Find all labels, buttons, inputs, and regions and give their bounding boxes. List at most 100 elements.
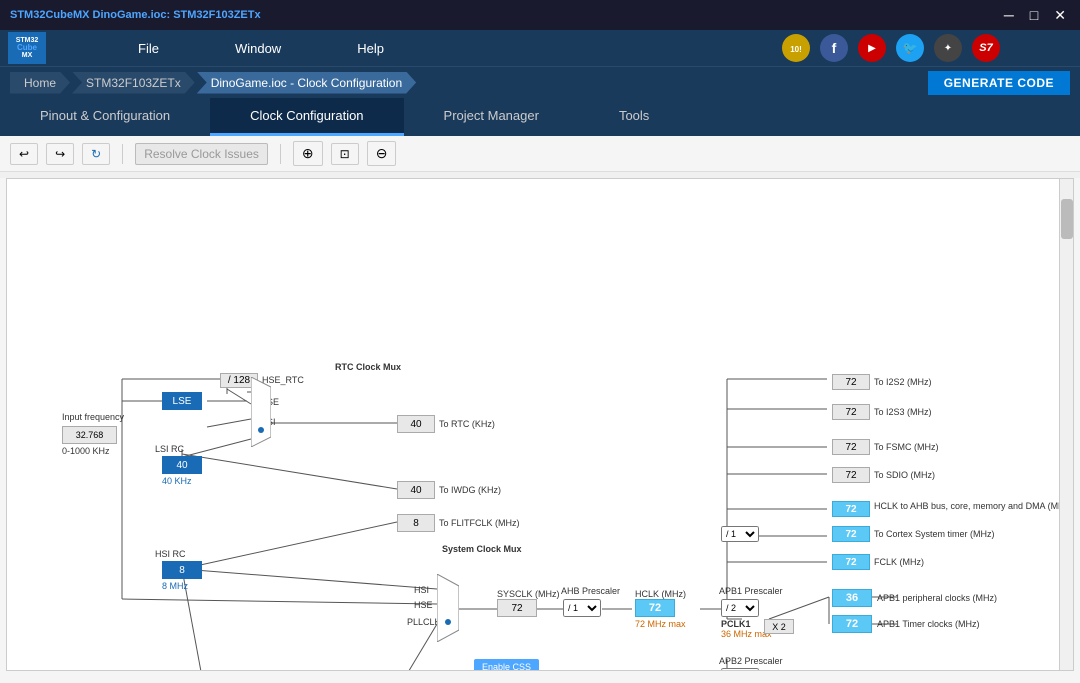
to-flit-label: To FLITFCLK (MHz) (439, 518, 520, 528)
title-bar-left: STM32CubeMX DinoGame.ioc: STM32F103ZETx (10, 9, 261, 21)
sys-mux-shape (437, 574, 459, 642)
apb1-div-select[interactable]: / 2 (721, 599, 759, 617)
sysclk-value-box[interactable]: 72 (497, 599, 537, 617)
refresh-button[interactable]: ↻ (82, 143, 110, 165)
pclk1-label: PCLK1 (721, 619, 751, 629)
i2s2-value-box[interactable]: 72 (832, 374, 870, 390)
main-content-area: Input frequency 32.768 0-1000 KHz LSE LS… (0, 178, 1080, 683)
vertical-scrollbar[interactable] (1059, 179, 1073, 670)
hse-mux-label: HSE (414, 600, 433, 610)
apb2-prescaler-label: APB2 Prescaler (719, 656, 783, 666)
network-icon[interactable]: ✦ (934, 34, 962, 62)
sys-clock-mux-label: System Clock Mux (442, 544, 522, 554)
apb1-timer-value[interactable]: 72 (832, 615, 872, 633)
menu-bar: STM32 Cube MX File Window Help 10! f ▶ 🐦… (0, 30, 1080, 66)
apb1-periph-value[interactable]: 36 (832, 589, 872, 607)
youtube-icon[interactable]: ▶ (858, 34, 886, 62)
resolve-clock-issues-button[interactable]: Resolve Clock Issues (135, 143, 268, 165)
tab-tools[interactable]: Tools (579, 98, 689, 136)
lse-box[interactable]: LSE (162, 392, 202, 410)
st-icon[interactable]: S7 (972, 34, 1000, 62)
hclk-value-box[interactable]: 72 (635, 599, 675, 617)
stm-badge-icon: 10! (782, 34, 810, 62)
lsi-rc-label: LSI RC (155, 444, 184, 454)
fsmc-value-box[interactable]: 72 (832, 439, 870, 455)
breadcrumb-project[interactable]: DinoGame.ioc - Clock Configuration (197, 72, 416, 94)
hclk-ahb-label: HCLK to AHB bus, core, memory and DMA (M… (874, 501, 1072, 511)
to-fsmc-label: To FSMC (MHz) (874, 442, 939, 452)
zoom-in-button[interactable]: ⊕ (293, 141, 323, 166)
cortex-div-select[interactable]: / 1 (721, 526, 759, 542)
scrollbar-thumb[interactable] (1061, 199, 1073, 239)
to-sdio-label: To SDIO (MHz) (874, 470, 935, 480)
enable-css-button[interactable]: Enable CSS (474, 659, 539, 671)
undo-button[interactable]: ↩ (10, 143, 38, 165)
input-freq-label: Input frequency (62, 412, 124, 422)
tab-pinout[interactable]: Pinout & Configuration (0, 98, 210, 136)
logo: STM32 Cube MX (8, 32, 46, 64)
to-i2s2-label: To I2S2 (MHz) (874, 377, 932, 387)
title-bar-controls[interactable]: ─ □ ✕ (1000, 7, 1070, 24)
hclk-label: HCLK (MHz) (635, 589, 686, 599)
title-bar: STM32CubeMX DinoGame.ioc: STM32F103ZETx … (0, 0, 1080, 30)
apb1-periph-label: APB1 peripheral clocks (MHz) (877, 593, 997, 603)
input-freq-range: 0-1000 KHz (62, 446, 110, 456)
generate-code-button[interactable]: GENERATE CODE (928, 71, 1070, 95)
x2-box: X 2 (764, 619, 794, 634)
sysclk-label: SYSCLK (MHz) (497, 589, 560, 599)
to-i2s3-label: To I2S3 (MHz) (874, 407, 932, 417)
zoom-out-button[interactable]: ⊖ (367, 141, 397, 166)
sdio-top-value-box[interactable]: 72 (832, 467, 870, 483)
apb1-prescaler-label: APB1 Prescaler (719, 586, 783, 596)
to-rtc-label: To RTC (KHz) (439, 419, 495, 429)
facebook-icon[interactable]: f (820, 34, 848, 62)
breadcrumb-home[interactable]: Home (10, 72, 70, 94)
hsi-value-box[interactable]: 8 (162, 561, 202, 579)
cortex-timer-label: To Cortex System timer (MHz) (874, 529, 995, 539)
minimize-button[interactable]: ─ (1000, 7, 1018, 24)
cortex-timer-value[interactable]: 72 (832, 526, 870, 542)
to-iwdg-label: To IWDG (KHz) (439, 485, 501, 495)
toolbar: ↩ ↪ ↻ Resolve Clock Issues ⊕ ⊡ ⊖ (0, 136, 1080, 172)
lsi-khz-label: 40 KHz (162, 476, 192, 486)
input-freq-value[interactable]: 32.768 (62, 426, 117, 444)
tab-bar: Pinout & Configuration Clock Configurati… (0, 98, 1080, 136)
menu-window[interactable]: Window (227, 37, 289, 60)
maximize-button[interactable]: □ (1026, 7, 1042, 24)
clock-diagram: Input frequency 32.768 0-1000 KHz LSE LS… (6, 178, 1074, 671)
pllclk-mux-label: PLLCLK (407, 617, 441, 627)
ahb-prescaler-label: AHB Prescaler (561, 586, 620, 596)
i2s3-value-box[interactable]: 72 (832, 404, 870, 420)
twitter-icon[interactable]: 🐦 (896, 34, 924, 62)
menu-file[interactable]: File (130, 37, 167, 60)
toolbar-separator-1 (122, 144, 123, 164)
apb1-timer-label: APB1 Timer clocks (MHz) (877, 619, 980, 629)
fclk-value[interactable]: 72 (832, 554, 870, 570)
tab-project[interactable]: Project Manager (404, 98, 579, 136)
iwdg-value-box[interactable]: 40 (397, 481, 435, 499)
close-button[interactable]: ✕ (1050, 7, 1070, 24)
social-icons: 10! f ▶ 🐦 ✦ S7 (782, 34, 1000, 62)
tab-clock[interactable]: Clock Configuration (210, 98, 403, 136)
hclk-max-label: 72 MHz max (635, 619, 686, 629)
hsi-mhz-label: 8 MHz (162, 581, 188, 591)
ahb-div-select[interactable]: / 1 (563, 599, 601, 617)
hclk-ahb-value[interactable]: 72 (832, 501, 870, 517)
rtc-value-box[interactable]: 40 (397, 415, 435, 433)
rtc-mux-shape (251, 377, 271, 447)
lsi-value-box[interactable]: 40 (162, 456, 202, 474)
toolbar-separator-2 (280, 144, 281, 164)
hsi-rc-label: HSI RC (155, 549, 186, 559)
rtc-clock-mux-label: RTC Clock Mux (335, 362, 401, 372)
redo-button[interactable]: ↪ (46, 143, 74, 165)
menu-help[interactable]: Help (349, 37, 392, 60)
zoom-fit-button[interactable]: ⊡ (331, 143, 359, 165)
app-title: STM32CubeMX DinoGame.ioc: STM32F103ZETx (10, 9, 261, 21)
hsi-mux-label: HSI (414, 585, 429, 595)
apb2-div-select[interactable]: / 1 (721, 668, 759, 671)
flit-value-box[interactable]: 8 (397, 514, 435, 532)
breadcrumb: Home STM32F103ZETx DinoGame.ioc - Clock … (0, 66, 1080, 98)
breadcrumb-device[interactable]: STM32F103ZETx (72, 72, 195, 94)
fclk-label: FCLK (MHz) (874, 557, 924, 567)
svg-text:10!: 10! (790, 45, 802, 54)
